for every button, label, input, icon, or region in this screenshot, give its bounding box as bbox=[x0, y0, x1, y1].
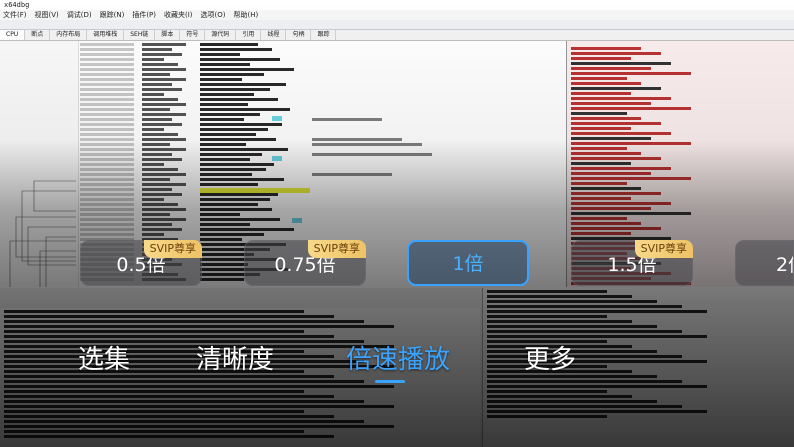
speed-option-1-5x[interactable]: 1.5倍 SVIP尊享 bbox=[571, 240, 693, 286]
speed-option-0-5x[interactable]: 0.5倍 SVIP尊享 bbox=[80, 240, 202, 286]
nav-episodes[interactable]: 选集 bbox=[78, 338, 130, 382]
speed-option-label: 1倍 bbox=[452, 253, 484, 275]
nav-quality[interactable]: 清晰度 bbox=[196, 338, 274, 382]
svip-badge: SVIP尊享 bbox=[634, 240, 693, 258]
nav-more[interactable]: 更多 bbox=[524, 338, 576, 382]
active-tab-indicator bbox=[375, 380, 405, 383]
speed-option-1x[interactable]: 1倍 bbox=[407, 240, 529, 286]
nav-playback-speed[interactable]: 倍速播放 bbox=[346, 338, 450, 382]
speed-option-0-75x[interactable]: 0.75倍 SVIP尊享 bbox=[244, 240, 366, 286]
playback-speed-selector: 0.5倍 SVIP尊享 0.75倍 SVIP尊享 1倍 1.5倍 SVIP尊享 … bbox=[0, 240, 794, 288]
speed-option-2x[interactable]: 2倍 bbox=[735, 240, 794, 286]
svip-badge: SVIP尊享 bbox=[307, 240, 366, 258]
svip-badge: SVIP尊享 bbox=[143, 240, 202, 258]
speed-option-label: 2倍 bbox=[776, 254, 793, 276]
